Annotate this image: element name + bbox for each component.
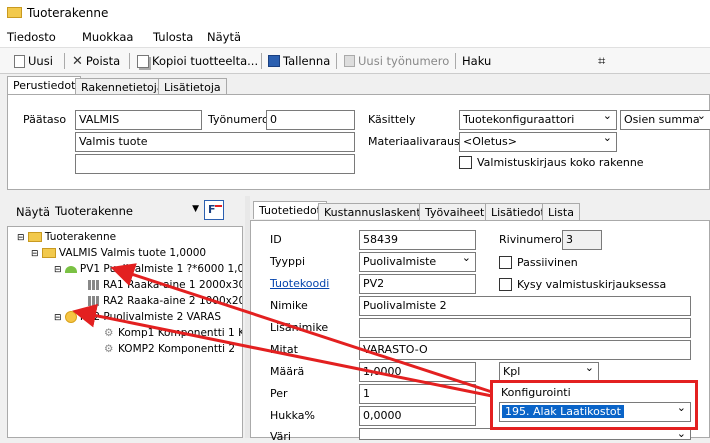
annotation-arrows <box>72 263 493 398</box>
